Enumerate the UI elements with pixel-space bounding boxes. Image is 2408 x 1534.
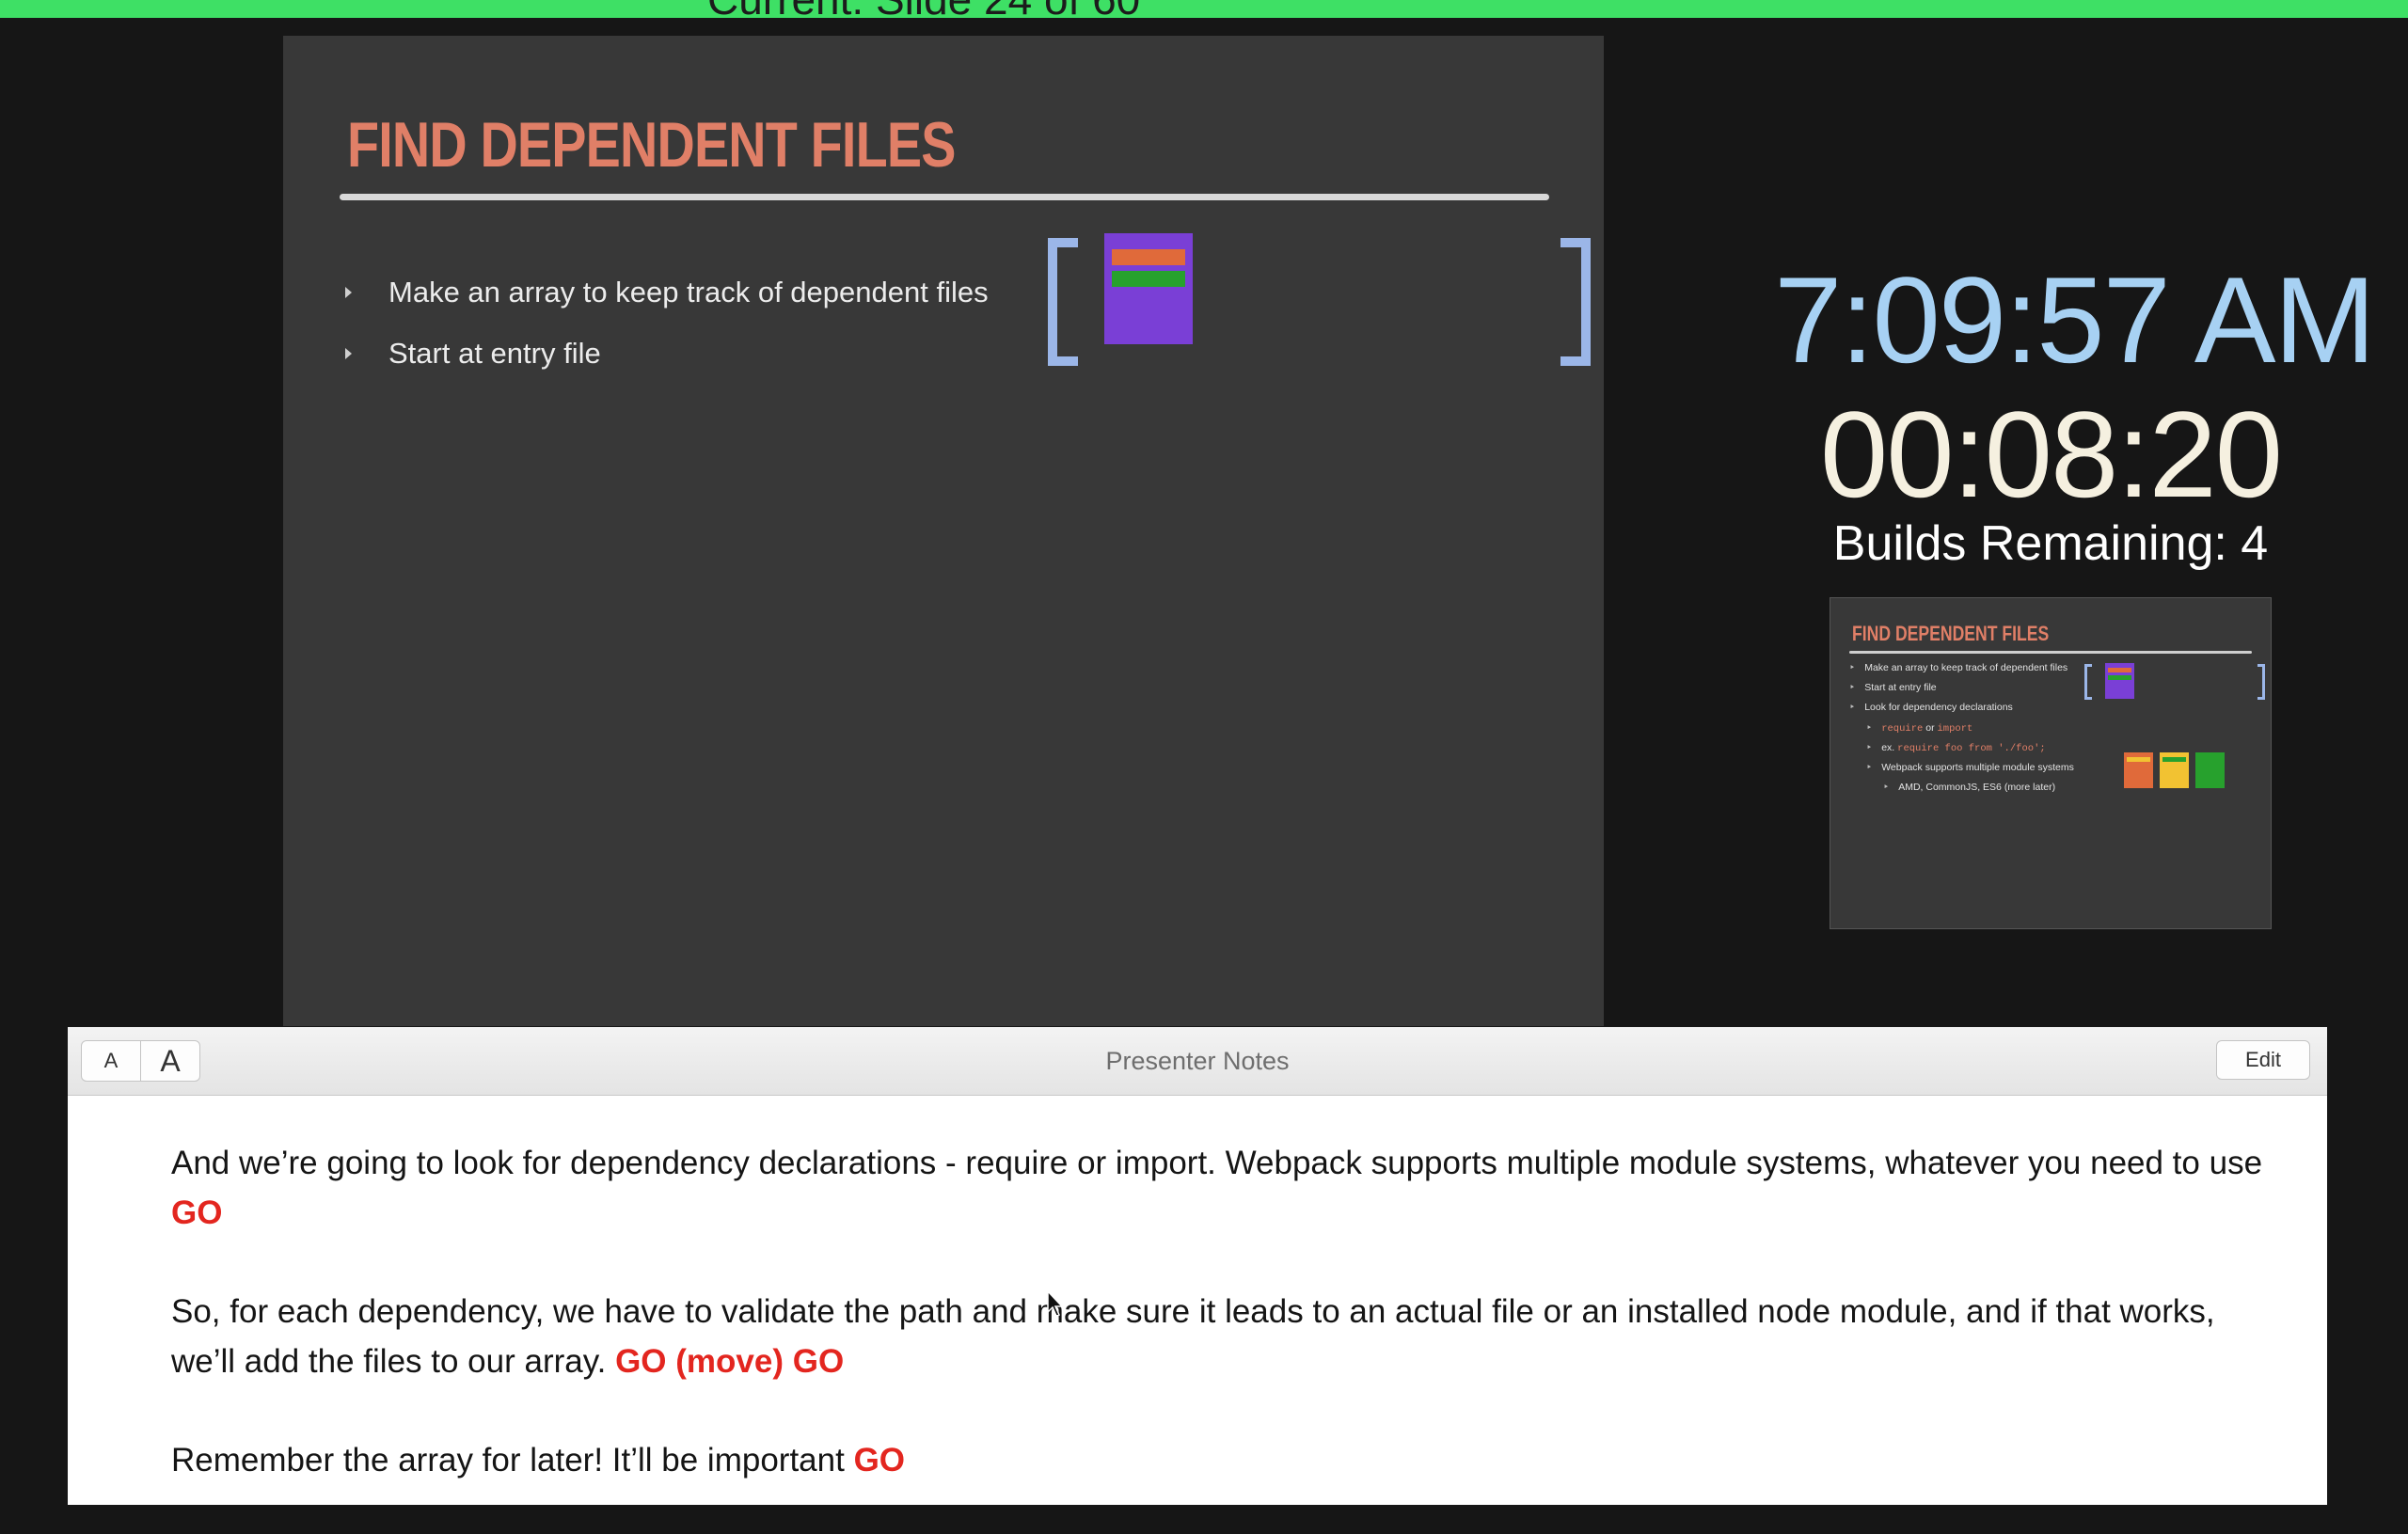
notes-paragraph: And we’re going to look for dependency d… xyxy=(171,1145,2263,1231)
next-slide-subbullet: ‣ AMD, CommonJS, ES6 (more later) xyxy=(1883,782,2056,793)
slide-bullet-text: Start at entry file xyxy=(388,336,601,370)
file-stripe-green xyxy=(1112,271,1185,287)
file-stripe-orange xyxy=(1112,249,1185,265)
module-block-yellow xyxy=(2160,752,2189,788)
bullet-triangle-icon xyxy=(345,347,352,359)
next-slide-subbullet: ‣ ex. require foo from './foo'; xyxy=(1866,742,2046,754)
next-slide-bullet: ‣ Look for dependency declarations xyxy=(1849,702,2013,713)
module-block-green xyxy=(2195,752,2225,788)
slide-bullets: Make an array to keep track of dependent… xyxy=(345,261,989,384)
slide-bullet: Start at entry file xyxy=(345,323,989,384)
slide-title-rule xyxy=(340,194,1549,200)
notes-toolbar: Presenter Notes A A Edit xyxy=(68,1027,2327,1096)
font-size-control: A A xyxy=(81,1040,200,1082)
next-slide-title: FIND DEPENDENT FILES xyxy=(1852,622,2050,645)
next-slide-preview: FIND DEPENDENT FILES ‣ Make an array to k… xyxy=(1830,597,2272,929)
notes-paragraph: Remember the array for later! It’ll be i… xyxy=(171,1442,906,1479)
presenter-notes-panel: Presenter Notes A A Edit And we’re going… xyxy=(68,1027,2327,1505)
entry-file-graphic xyxy=(1104,233,1193,344)
increase-font-button[interactable]: A xyxy=(141,1041,199,1081)
window-title: Current: Slide 24 of 60 xyxy=(707,0,1140,18)
next-slide-close-bracket-graphic xyxy=(2258,664,2265,700)
next-slide-rule xyxy=(1849,651,2252,654)
slide-bullet: Make an array to keep track of dependent… xyxy=(345,261,989,323)
current-time-clock: 7:09:57 AM xyxy=(1774,251,2376,388)
builds-remaining: Builds Remaining: 4 xyxy=(1832,516,2269,571)
mouse-pointer-icon xyxy=(1047,1290,1064,1317)
notes-title: Presenter Notes xyxy=(1105,1047,1290,1075)
next-slide-bullet: ‣ Start at entry file xyxy=(1849,682,1937,693)
array-open-bracket-graphic xyxy=(1048,238,1078,366)
next-slide-bullet: ‣ Make an array to keep track of dependen… xyxy=(1849,662,2068,673)
array-close-bracket-graphic xyxy=(1560,238,1591,366)
notes-paragraph: So, for each dependency, we have to vali… xyxy=(171,1293,2215,1380)
cue-text: GO xyxy=(171,1194,223,1231)
next-slide-open-bracket-graphic xyxy=(2084,664,2092,700)
notes-text-area[interactable]: And we’re going to look for dependency d… xyxy=(171,1138,2278,1534)
module-block-orange xyxy=(2124,752,2153,788)
cue-text: GO (move) GO xyxy=(615,1343,845,1380)
elapsed-timer[interactable]: 00:08:20 xyxy=(1684,384,2408,525)
next-slide-subbullet: ‣ require or import xyxy=(1866,722,1973,735)
decrease-font-button[interactable]: A xyxy=(82,1041,141,1081)
next-slide-file-graphic xyxy=(2105,663,2134,699)
window-titlebar: Current: Slide 24 of 60 xyxy=(0,0,2408,18)
bullet-triangle-icon xyxy=(345,286,352,298)
slide-bullet-text: Make an array to keep track of dependent… xyxy=(388,275,989,308)
edit-notes-button[interactable]: Edit xyxy=(2216,1040,2310,1080)
slide-title: FIND DEPENDENT FILES xyxy=(347,109,956,181)
current-slide: FIND DEPENDENT FILES Make an array to ke… xyxy=(283,36,1604,1026)
next-slide-subbullet: ‣ Webpack supports multiple module system… xyxy=(1866,762,2074,773)
cue-text: GO xyxy=(853,1442,906,1479)
